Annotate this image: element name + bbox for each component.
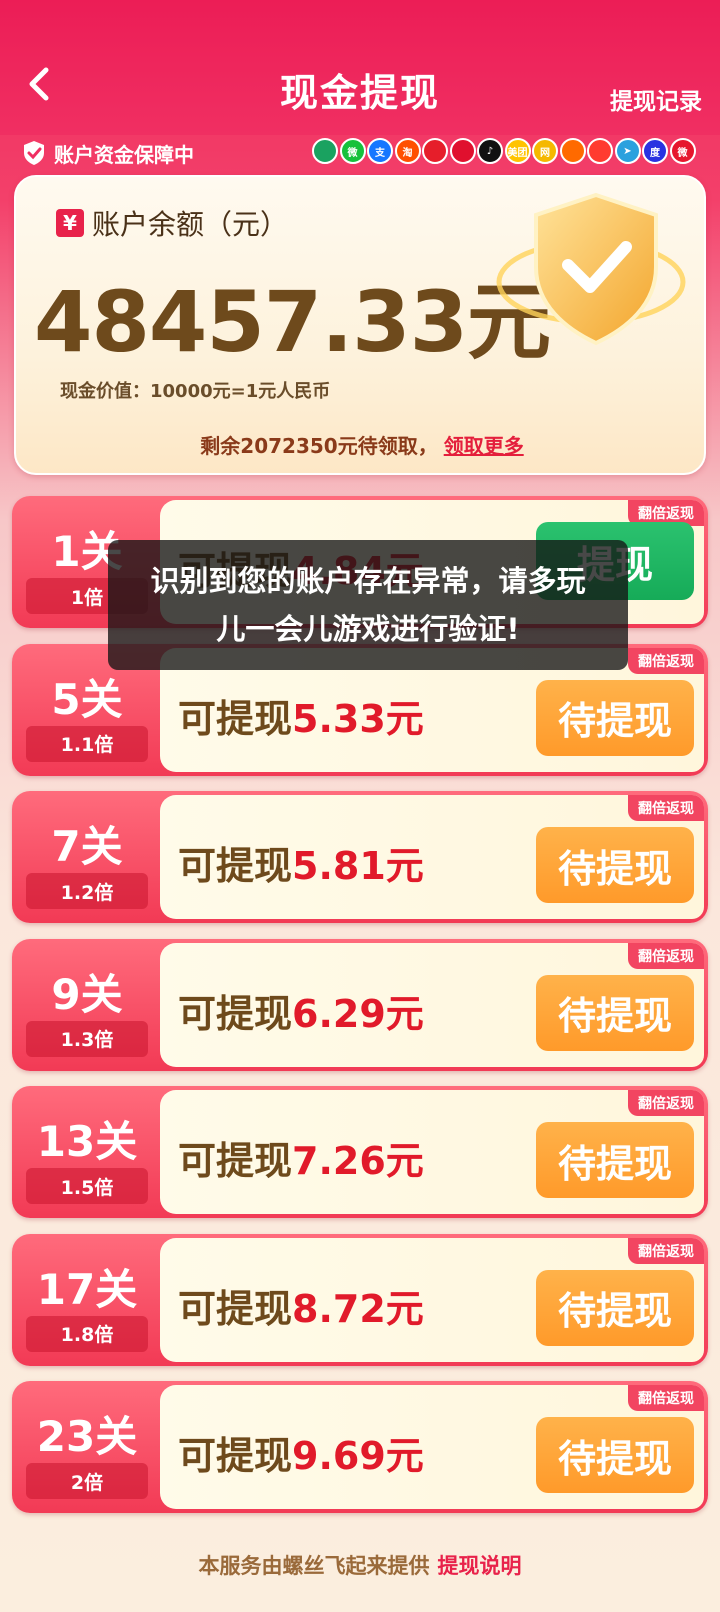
withdrawable-amount: 9.69元 [292,1434,424,1478]
withdraw-info-link[interactable]: 提现说明 [438,1554,522,1578]
withdrawable-label: 可提现 [178,1286,293,1331]
header: 现金提现 提现记录 [0,0,720,135]
withdrawable-label: 可提现 [178,696,293,741]
level-badge: 9关 1.3倍 [12,939,162,1071]
app-icon-6 [449,138,476,164]
balance-label: 账户余额（元） [92,208,289,241]
wechat-icon: 微 [339,138,366,164]
withdrawable-label: 可提现 [178,1434,293,1478]
withdraw-record-link[interactable]: 提现记录 [610,82,702,116]
level-name: 13关 [36,1117,138,1166]
app-icon-5 [422,138,448,164]
guard-status: 账户资金保障中 [22,135,194,171]
footer: 本服务由螺丝飞起来提供 提现说明 [0,1550,720,1580]
level-multiplier: 2倍 [26,1463,148,1499]
withdrawable-text: 可提现8.72元 [178,1278,424,1333]
double-cashback-tag: 翻倍返现 [628,795,704,821]
withdrawable-text: 可提现5.81元 [178,835,424,890]
gold-shield-icon [496,192,686,346]
baidu-icon: 度 [642,138,668,164]
partner-icons: 微支淘 ♪ 美团网 ➤ 度微 [312,138,697,164]
level-badge: 13关 1.5倍 [12,1086,162,1218]
telegram-icon: ➤ [614,138,641,164]
level-name: 7关 [51,822,123,871]
app-icon-9: 网 [532,138,558,164]
withdrawable-amount: 5.81元 [292,844,424,888]
app-icon-1 [312,138,338,164]
level-name: 9关 [51,969,123,1019]
withdrawable-amount: 5.33元 [292,696,424,741]
level-name: 5关 [51,674,123,724]
withdrawable-label: 可提现 [178,844,293,888]
double-cashback-tag: 翻倍返现 [628,1090,704,1116]
taobao-icon: 淘 [394,138,421,164]
level-multiplier: 1.1倍 [26,725,148,762]
level-reward: 翻倍返现可提现7.26元 待提现 [160,1090,704,1214]
warning-toast: 识别到您的账户存在异常，请多玩 儿一会儿游戏进行验证! [108,540,628,670]
double-cashback-tag: 翻倍返现 [628,1385,704,1411]
withdrawable-label: 可提现 [178,1139,293,1183]
withdrawable-text: 可提现6.29元 [178,983,424,1038]
remaining-text: 剩余2072350元待领取， 领取更多 [16,430,708,459]
withdrawable-amount: 7.26元 [292,1139,424,1183]
level-name: 23关 [36,1412,138,1461]
withdrawable-amount: 6.29元 [292,991,424,1036]
level-multiplier: 1.5倍 [26,1168,148,1204]
pending-withdraw-button[interactable]: 待提现 [536,974,694,1051]
level-reward: 翻倍返现可提现5.81元 待提现 [160,795,704,919]
balance-amount: 48457.33元 [34,273,551,371]
exchange-rate: 现金价值：10000元=1元人民币 [60,381,331,402]
footer-text: 本服务由螺丝飞起来提供 [198,1554,430,1578]
douyin-icon: ♪ [477,138,503,164]
pending-withdraw-button[interactable]: 待提现 [536,679,694,756]
toast-line-2: 儿一会儿游戏进行验证! [216,612,520,646]
level-badge: 7关 1.2倍 [12,791,162,923]
level-row: 9关 1.3倍 翻倍返现可提现6.29元 待提现 [12,938,708,1071]
withdrawable-text: 可提现5.33元 [178,688,424,743]
guard-bar: 账户资金保障中 微支淘 ♪ 美团网 ➤ 度微 [0,135,720,171]
level-row: 7关 1.2倍 翻倍返现可提现5.81元 待提现 [12,791,708,923]
pending-withdraw-button[interactable]: 待提现 [536,1269,694,1346]
withdrawable-amount: 8.72元 [292,1286,424,1331]
weibo-icon: 微 [669,138,696,164]
balance-label-row: ¥ 账户余额（元） [56,203,288,243]
level-row: 23关 2倍 翻倍返现可提现9.69元 待提现 [12,1381,708,1513]
balance-card: ¥ 账户余额（元） 48457.33元 现金价值：10000元=1元人民币 剩余… [14,175,706,475]
level-multiplier: 1.2倍 [26,873,148,909]
yen-icon: ¥ [56,209,84,237]
level-multiplier: 1.8倍 [26,1315,148,1352]
alipay-icon: 支 [367,138,393,164]
level-name: 17关 [36,1264,138,1314]
remaining-amount: 剩余2072350元待领取， [200,434,438,458]
level-reward: 翻倍返现可提现8.72元 待提现 [160,1237,704,1362]
guard-text: 账户资金保障中 [54,142,194,167]
double-cashback-tag: 翻倍返现 [628,647,704,674]
withdrawable-label: 可提现 [178,991,293,1036]
shield-check-icon [24,141,44,165]
withdrawable-text: 可提现7.26元 [178,1130,424,1185]
app-icon-10 [559,138,586,164]
double-cashback-tag: 翻倍返现 [628,1237,704,1264]
pending-withdraw-button[interactable]: 待提现 [536,827,694,903]
app-icon-11 [587,138,613,164]
pending-withdraw-button[interactable]: 待提现 [536,1122,694,1198]
level-multiplier: 1.3倍 [26,1020,148,1057]
level-reward: 翻倍返现可提现9.69元 待提现 [160,1385,704,1509]
meituan-icon: 美团 [504,138,531,164]
get-more-link[interactable]: 领取更多 [444,434,524,458]
withdrawable-text: 可提现9.69元 [178,1425,424,1480]
level-row: 13关 1.5倍 翻倍返现可提现7.26元 待提现 [12,1086,708,1218]
level-badge: 17关 1.8倍 [12,1234,162,1366]
pending-withdraw-button[interactable]: 待提现 [536,1417,694,1493]
toast-line-1: 识别到您的账户存在异常，请多玩 [150,564,586,598]
level-badge: 23关 2倍 [12,1381,162,1513]
level-row: 17关 1.8倍 翻倍返现可提现8.72元 待提现 [12,1233,708,1366]
level-reward: 翻倍返现可提现6.29元 待提现 [160,942,704,1067]
double-cashback-tag: 翻倍返现 [628,942,704,969]
